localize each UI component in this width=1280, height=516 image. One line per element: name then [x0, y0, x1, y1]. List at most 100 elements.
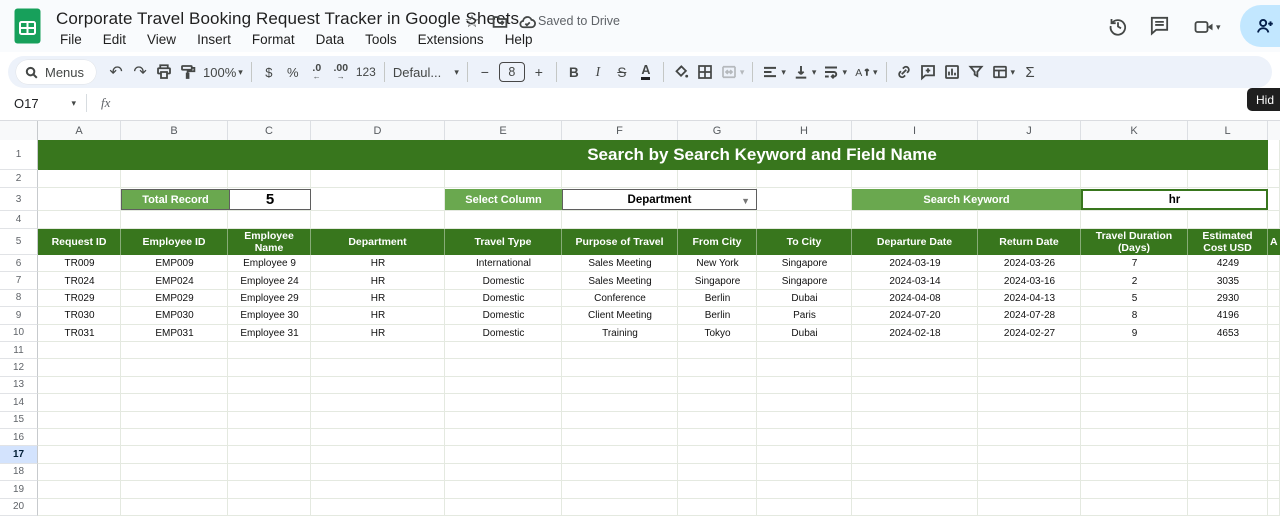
grid-cell[interactable] — [852, 377, 978, 394]
grid-cell[interactable] — [311, 342, 445, 359]
data-cell[interactable]: EMP031 — [121, 325, 228, 342]
grid-cell[interactable] — [1081, 377, 1188, 394]
grid-cell[interactable] — [1188, 499, 1268, 516]
redo-button[interactable]: ↷ — [128, 60, 152, 84]
grid-cell[interactable] — [562, 211, 678, 229]
grid-cell[interactable] — [757, 446, 852, 463]
grid-cell[interactable] — [228, 211, 311, 229]
grid-cell[interactable] — [1081, 342, 1188, 359]
menu-tools[interactable]: Tools — [357, 31, 405, 48]
grid-cell[interactable] — [228, 412, 311, 429]
select-column-label[interactable]: Select Column — [445, 189, 562, 210]
grid-cell[interactable] — [1081, 394, 1188, 411]
grid-cell[interactable] — [1268, 394, 1280, 411]
data-cell[interactable]: HR — [311, 325, 445, 342]
data-cell[interactable]: HR — [311, 290, 445, 307]
grid-cell[interactable] — [978, 342, 1081, 359]
grid-cell[interactable] — [757, 412, 852, 429]
grid-cell[interactable] — [1268, 412, 1280, 429]
column-header-G[interactable]: G — [678, 121, 757, 141]
cloud-saved-icon[interactable] — [517, 12, 537, 32]
grid-cell[interactable] — [38, 188, 121, 211]
row-header-16[interactable]: 16 — [0, 429, 38, 446]
grid-cell[interactable] — [562, 446, 678, 463]
data-cell[interactable]: Employee 30 — [228, 307, 311, 324]
column-header-I[interactable]: I — [852, 121, 978, 141]
grid-cell[interactable] — [678, 412, 757, 429]
data-cell[interactable]: 8 — [1081, 307, 1188, 324]
increase-font-size-button[interactable]: + — [527, 60, 551, 84]
grid-cell[interactable] — [228, 342, 311, 359]
column-header-A[interactable]: A — [38, 121, 121, 141]
grid-cell[interactable] — [228, 446, 311, 463]
data-cell[interactable]: HR — [311, 307, 445, 324]
row-header-8[interactable]: 8 — [0, 290, 38, 307]
bold-button[interactable]: B — [562, 60, 586, 84]
increase-decimal-button[interactable]: .00→ — [329, 60, 353, 84]
grid-cell[interactable] — [121, 359, 228, 376]
grid-cell[interactable] — [978, 499, 1081, 516]
grid-cell[interactable] — [1081, 359, 1188, 376]
grid-cell[interactable] — [38, 211, 121, 229]
row-header-14[interactable]: 14 — [0, 394, 38, 411]
table-header-cell[interactable]: Departure Date — [852, 229, 978, 255]
name-box[interactable]: O17▾ — [0, 96, 76, 111]
data-cell[interactable]: 2024-03-14 — [852, 272, 978, 289]
decrease-decimal-button[interactable]: .0← — [305, 60, 329, 84]
grid-cell[interactable] — [311, 170, 445, 188]
data-cell[interactable]: Client Meeting — [562, 307, 678, 324]
grid-cell[interactable] — [1188, 412, 1268, 429]
grid-cell[interactable] — [1081, 412, 1188, 429]
grid-cell[interactable] — [311, 429, 445, 446]
grid-cell[interactable] — [1268, 290, 1280, 307]
undo-button[interactable]: ↶ — [104, 60, 128, 84]
menu-view[interactable]: View — [139, 31, 184, 48]
grid-cell[interactable] — [228, 377, 311, 394]
grid-cell[interactable] — [38, 412, 121, 429]
table-views-button[interactable]: ▾ — [988, 60, 1019, 84]
data-cell[interactable]: 4653 — [1188, 325, 1268, 342]
data-cell[interactable]: Training — [562, 325, 678, 342]
grid-cell[interactable] — [311, 394, 445, 411]
grid-cell[interactable] — [1081, 170, 1188, 188]
grid-cell[interactable] — [38, 359, 121, 376]
formula-input[interactable] — [110, 88, 1280, 118]
grid-cell[interactable] — [678, 377, 757, 394]
grid-cell[interactable] — [121, 342, 228, 359]
grid-cell[interactable] — [978, 412, 1081, 429]
font-size-input[interactable]: 8 — [499, 62, 525, 82]
move-folder-icon[interactable] — [490, 12, 510, 32]
grid-cell[interactable] — [445, 446, 562, 463]
grid-cell[interactable] — [311, 188, 445, 211]
data-cell[interactable]: TR029 — [38, 290, 121, 307]
data-cell[interactable]: Domestic — [445, 325, 562, 342]
grid-cell[interactable] — [978, 481, 1081, 498]
grid-cell[interactable] — [562, 481, 678, 498]
grid-cell[interactable] — [852, 446, 978, 463]
grid-cell[interactable] — [678, 499, 757, 516]
search-keyword-label[interactable]: Search Keyword — [852, 189, 1081, 210]
grid-cell[interactable] — [1268, 377, 1280, 394]
grid-cell[interactable] — [445, 342, 562, 359]
data-cell[interactable]: Tokyo — [678, 325, 757, 342]
grid-cell[interactable] — [978, 211, 1081, 229]
grid-cell[interactable] — [445, 394, 562, 411]
grid-cell[interactable] — [1268, 211, 1280, 229]
column-header-K[interactable]: K — [1081, 121, 1188, 141]
data-cell[interactable]: Employee 29 — [228, 290, 311, 307]
strikethrough-button[interactable]: S — [610, 60, 634, 84]
grid-cell[interactable] — [678, 464, 757, 481]
grid-cell[interactable] — [445, 499, 562, 516]
grid-cell[interactable] — [562, 499, 678, 516]
grid-cell[interactable] — [978, 170, 1081, 188]
data-cell[interactable]: 4196 — [1188, 307, 1268, 324]
grid-cell[interactable] — [38, 499, 121, 516]
column-header-L[interactable]: L — [1188, 121, 1268, 141]
data-cell[interactable]: Employee 24 — [228, 272, 311, 289]
grid-cell[interactable] — [852, 499, 978, 516]
grid-cell[interactable] — [1081, 429, 1188, 446]
grid-cell[interactable] — [757, 359, 852, 376]
grid-cell[interactable] — [1268, 481, 1280, 498]
table-header-cell[interactable]: From City — [678, 229, 757, 255]
table-header-cell-partial[interactable]: A — [1268, 229, 1280, 255]
